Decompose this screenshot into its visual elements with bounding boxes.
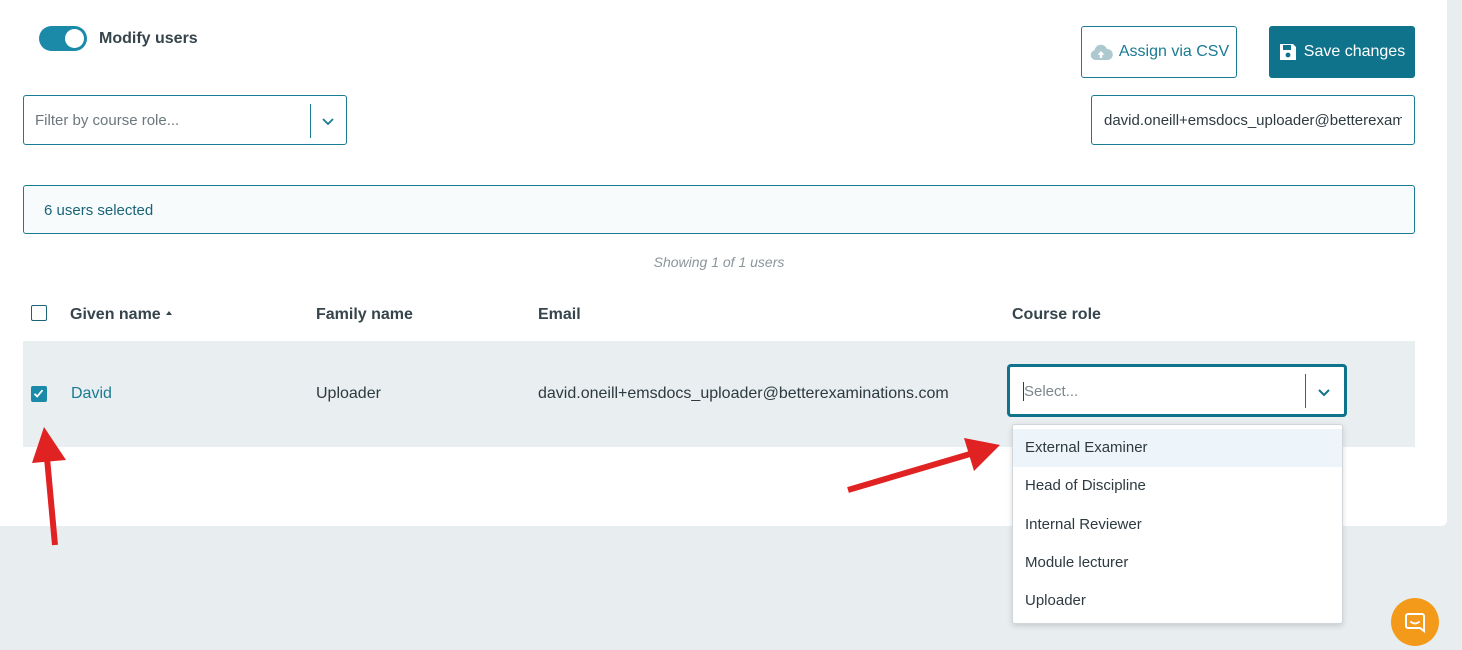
role-option-uploader[interactable]: Uploader <box>1013 582 1342 620</box>
assign-via-csv-label: Assign via CSV <box>1118 43 1230 60</box>
selection-count: 6 users selected <box>44 202 154 219</box>
email-cell: david.oneill+emsdocs_uploader@betterexam… <box>538 385 949 402</box>
course-role-separator <box>1305 374 1306 408</box>
given-name-cell[interactable]: David <box>71 385 112 403</box>
course-role-header[interactable]: Course role <box>1012 306 1101 324</box>
chevron-down-icon[interactable] <box>320 113 336 129</box>
chat-bubble-icon <box>1405 613 1425 633</box>
course-role-filter[interactable]: Filter by course role... <box>23 95 347 145</box>
cloud-upload-icon <box>1090 44 1113 60</box>
selection-banner: 6 users selected <box>23 185 1415 234</box>
filter-separator <box>310 104 311 138</box>
course-role-dropdown: External Examiner Head of Discipline Int… <box>1012 424 1343 624</box>
checkmark-icon <box>33 389 44 398</box>
save-changes-label: Save changes <box>1303 43 1406 60</box>
given-name-header-label: Given name <box>70 306 161 323</box>
toggle-knob <box>65 29 84 48</box>
email-header[interactable]: Email <box>538 306 581 324</box>
course-role-select[interactable]: Select... <box>1008 365 1346 416</box>
filter-placeholder: Filter by course role... <box>35 112 180 129</box>
save-changes-button[interactable]: Save changes <box>1269 26 1415 78</box>
role-option-internal-reviewer[interactable]: Internal Reviewer <box>1013 506 1342 544</box>
floppy-disk-icon <box>1279 44 1296 60</box>
role-option-external-examiner[interactable]: External Examiner <box>1013 429 1342 467</box>
role-option-module-lecturer[interactable]: Module lecturer <box>1013 544 1342 582</box>
row-checkbox[interactable] <box>31 386 47 402</box>
modify-users-toggle[interactable] <box>39 26 87 51</box>
sort-ascending-icon <box>165 310 172 315</box>
select-all-checkbox[interactable] <box>31 305 47 321</box>
given-name-header[interactable]: Given name <box>70 306 172 324</box>
assign-via-csv-button[interactable]: Assign via CSV <box>1081 26 1237 78</box>
chat-button[interactable] <box>1391 598 1439 646</box>
user-search-input[interactable] <box>1091 95 1415 145</box>
course-role-placeholder: Select... <box>1024 383 1079 400</box>
role-option-head-of-discipline[interactable]: Head of Discipline <box>1013 467 1342 505</box>
family-name-header[interactable]: Family name <box>316 306 413 324</box>
showing-count: Showing 1 of 1 users <box>653 254 785 270</box>
chevron-down-icon[interactable] <box>1316 384 1332 400</box>
modify-users-label: Modify users <box>99 30 198 47</box>
family-name-cell: Uploader <box>316 385 381 402</box>
